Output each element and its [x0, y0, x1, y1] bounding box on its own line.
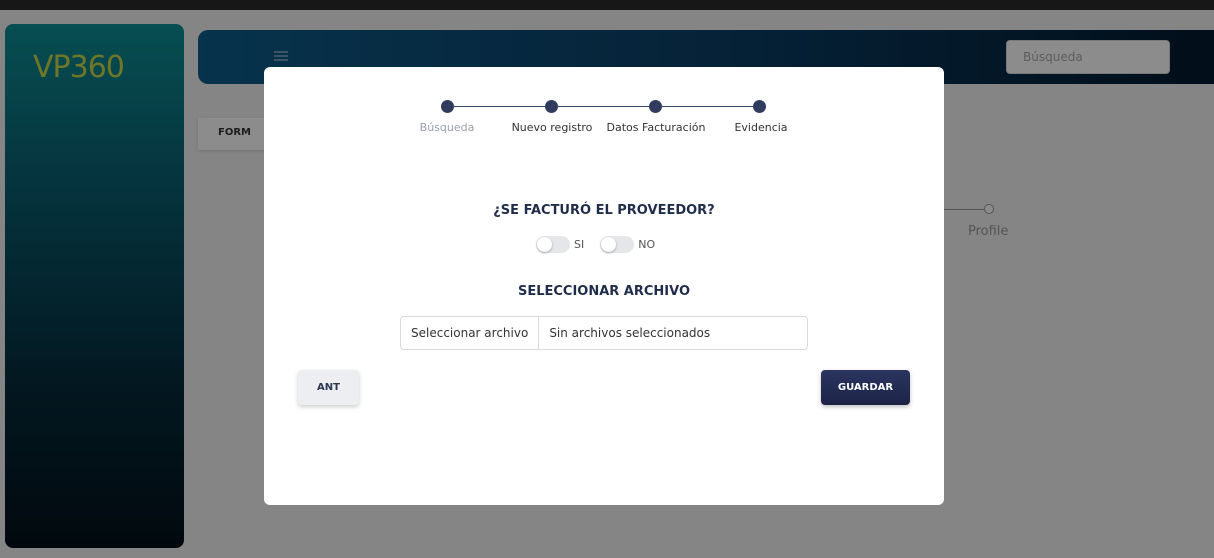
- step-dot-busqueda[interactable]: [441, 100, 454, 113]
- toggle-no[interactable]: NO: [600, 235, 656, 253]
- step-connector: [552, 106, 656, 107]
- switch-no[interactable]: [600, 235, 635, 253]
- file-input[interactable]: Seleccionar archivo Sin archivos selecci…: [400, 316, 808, 350]
- previous-button[interactable]: ANT: [298, 370, 359, 405]
- stepper: Búsqueda Nuevo registro Datos Facturació…: [264, 67, 944, 147]
- question-title: ¿SE FACTURÓ EL PROVEEDOR?: [493, 203, 715, 218]
- step-dot-datos-facturacion[interactable]: [649, 100, 662, 113]
- step-label-nuevo-registro: Nuevo registro: [511, 121, 593, 134]
- step-dot-nuevo-registro[interactable]: [545, 100, 558, 113]
- step-connector: [656, 106, 760, 107]
- toggle-si[interactable]: SI: [536, 235, 585, 253]
- toggle-label-no: NO: [638, 237, 656, 251]
- step-connector: [448, 106, 552, 107]
- choose-file-button[interactable]: Seleccionar archivo: [401, 317, 540, 349]
- save-button[interactable]: GUARDAR: [821, 370, 910, 405]
- step-dot-evidencia[interactable]: [753, 100, 766, 113]
- step-label-evidencia: Evidencia: [734, 121, 788, 134]
- toggle-group: SI NO: [536, 234, 671, 254]
- step-label-datos-facturacion: Datos Facturación: [606, 121, 706, 134]
- switch-knob: [601, 236, 617, 252]
- file-status: Sin archivos seleccionados: [549, 326, 711, 340]
- file-section-title: SELECCIONAR ARCHIVO: [517, 284, 691, 299]
- switch-knob: [537, 236, 552, 252]
- modal-dialog: Búsqueda Nuevo registro Datos Facturació…: [264, 67, 944, 505]
- step-label-busqueda: Búsqueda: [419, 121, 475, 134]
- toggle-label-si: SI: [574, 237, 585, 251]
- switch-si[interactable]: [536, 235, 570, 253]
